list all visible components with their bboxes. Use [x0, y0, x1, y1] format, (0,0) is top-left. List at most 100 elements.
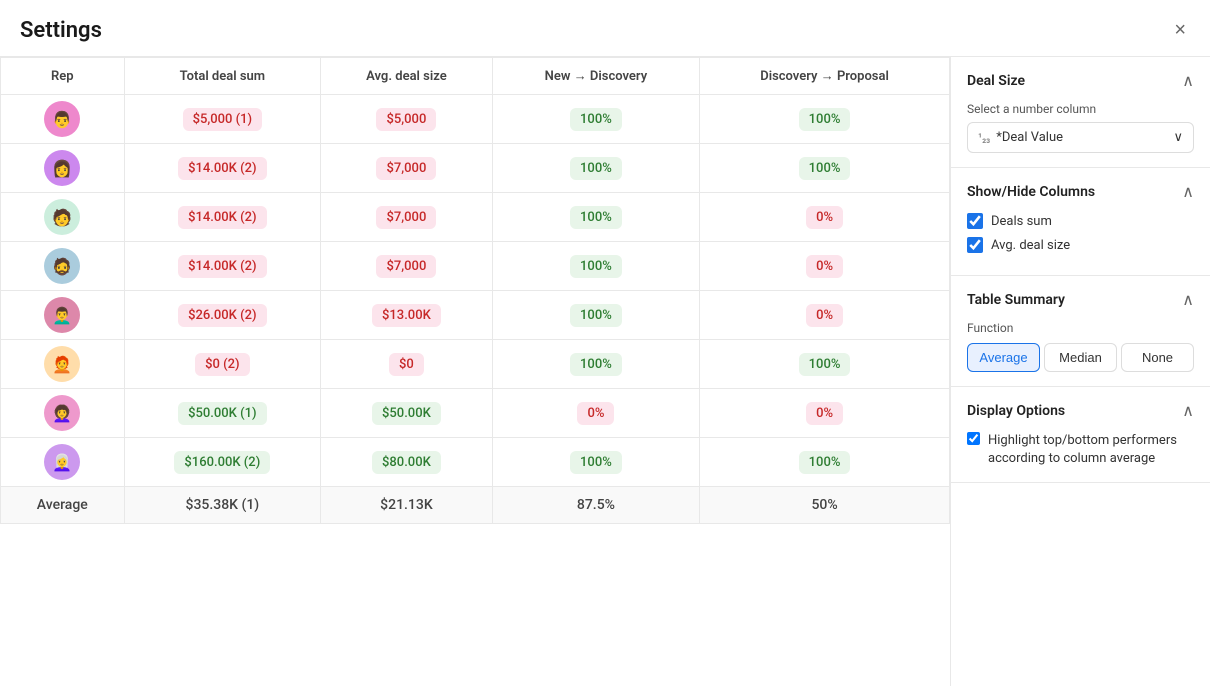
table-summary-section: Table Summary ∧ Function AverageMedianNo…	[951, 276, 1210, 387]
avg-deal-size-cell: $7,000	[321, 193, 493, 242]
table-row: 👩‍🦱$50.00K (1)$50.00K0%0%	[1, 389, 950, 438]
deal-size-section: Deal Size ∧ Select a number column ¹₂₃ *…	[951, 57, 1210, 168]
column-checkbox[interactable]	[967, 237, 983, 253]
summary-cell: Average	[1, 487, 125, 524]
modal-title: Settings	[20, 18, 102, 43]
table-row: 🧔$14.00K (2) $7,000 100% 0%	[1, 242, 950, 291]
new-discovery-badge: 100%	[570, 108, 622, 131]
data-table: Rep Total deal sum Avg. deal size New → …	[0, 57, 950, 524]
avatar: 👩‍🦳	[44, 444, 80, 480]
avg-deal-badge: $0	[389, 353, 424, 376]
settings-modal: Settings × Rep Total deal sum Avg. deal …	[0, 0, 1210, 686]
avg-deal-size-cell: $0	[321, 340, 493, 389]
table-row: 🧑$14.00K (2)$7,000100%0%	[1, 193, 950, 242]
close-button[interactable]: ×	[1170, 16, 1190, 44]
avatar: 👨‍🦱	[44, 297, 80, 333]
new-discovery-cell: 100%	[492, 242, 699, 291]
table-summary-header[interactable]: Table Summary ∧	[967, 290, 1194, 309]
new-discovery-badge: 100%	[570, 304, 622, 327]
column-checkbox[interactable]	[967, 213, 983, 229]
modal-header: Settings ×	[0, 0, 1210, 57]
function-button-none[interactable]: None	[1121, 343, 1194, 372]
total-deal-sum-cell: $14.00K (2)	[124, 242, 321, 291]
discovery-proposal-cell: 0%	[700, 242, 950, 291]
avg-deal-size-cell: $5,000	[321, 95, 493, 144]
discovery-proposal-cell: 0%	[700, 291, 950, 340]
avg-deal-size-cell: $50.00K	[321, 389, 493, 438]
summary-cell: $21.13K	[321, 487, 493, 524]
avatar: 👩	[44, 150, 80, 186]
total-deal-badge: $14.00K (2)	[178, 206, 266, 229]
deal-value-dropdown[interactable]: ¹₂₃ *Deal Value ∨	[967, 122, 1194, 153]
table-row: 👩$14.00K (2)$7,000100%100%	[1, 144, 950, 193]
deal-size-title: Deal Size	[967, 73, 1025, 89]
col-discovery-proposal: Discovery → Proposal	[700, 58, 950, 95]
display-options-chevron: ∧	[1182, 401, 1194, 420]
avg-deal-badge: $7,000	[376, 255, 436, 278]
summary-cell: 87.5%	[492, 487, 699, 524]
avg-deal-size-cell: $13.00K	[321, 291, 493, 340]
col-avg-deal-size: Avg. deal size	[321, 58, 493, 95]
show-hide-row: Avg. deal size	[967, 237, 1194, 253]
discovery-proposal-badge: 0%	[806, 304, 843, 327]
col-new-discovery: New → Discovery	[492, 58, 699, 95]
total-deal-badge: $5,000 (1)	[183, 108, 263, 131]
highlight-label: Highlight top/bottom performers accordin…	[988, 432, 1194, 468]
table-header-row: Rep Total deal sum Avg. deal size New → …	[1, 58, 950, 95]
col-rep: Rep	[1, 58, 125, 95]
display-options-header[interactable]: Display Options ∧	[967, 401, 1194, 420]
discovery-proposal-cell: 0%	[700, 389, 950, 438]
discovery-proposal-cell: 100%	[700, 144, 950, 193]
sidebar: Deal Size ∧ Select a number column ¹₂₃ *…	[950, 57, 1210, 686]
rep-cell: 🧑	[1, 193, 125, 242]
rep-cell: 🧑‍🦰	[1, 340, 125, 389]
highlight-checkbox[interactable]	[967, 432, 980, 445]
table-row: 👨 $5,000 (1) $5,000 100% 100%	[1, 95, 950, 144]
avg-deal-badge: $5,000	[376, 108, 436, 131]
discovery-proposal-badge: 0%	[806, 402, 843, 425]
deal-size-header[interactable]: Deal Size ∧	[967, 71, 1194, 90]
avg-deal-badge: $13.00K	[372, 304, 441, 327]
new-discovery-cell: 100%	[492, 95, 699, 144]
total-deal-badge: $160.00K (2)	[174, 451, 270, 474]
rep-cell: 🧔	[1, 242, 125, 291]
discovery-proposal-cell: 100%	[700, 95, 950, 144]
discovery-proposal-badge: 100%	[799, 108, 851, 131]
discovery-proposal-badge: 100%	[799, 451, 851, 474]
avatar: 🧑‍🦰	[44, 346, 80, 382]
select-column-label: Select a number column	[967, 102, 1194, 116]
avg-deal-badge: $80.00K	[372, 451, 441, 474]
function-button-median[interactable]: Median	[1044, 343, 1117, 372]
function-buttons: AverageMedianNone	[967, 343, 1194, 372]
show-hide-title: Show/Hide Columns	[967, 184, 1095, 200]
display-options-title: Display Options	[967, 403, 1065, 419]
discovery-proposal-badge: 0%	[806, 206, 843, 229]
show-hide-section: Show/Hide Columns ∧ Deals sum Avg. deal s…	[951, 168, 1210, 276]
discovery-proposal-badge: 0%	[806, 255, 843, 278]
show-hide-chevron: ∧	[1182, 182, 1194, 201]
discovery-proposal-cell: 0%	[700, 193, 950, 242]
new-discovery-cell: 100%	[492, 438, 699, 487]
show-hide-header[interactable]: Show/Hide Columns ∧	[967, 182, 1194, 201]
table-row: 👨‍🦱 $26.00K (2) $13.00K 100% 0%	[1, 291, 950, 340]
discovery-proposal-cell: 100%	[700, 438, 950, 487]
total-deal-sum-cell: $14.00K (2)	[124, 144, 321, 193]
avg-deal-badge: $50.00K	[372, 402, 441, 425]
highlight-option-row: Highlight top/bottom performers accordin…	[967, 432, 1194, 468]
rep-cell: 👨‍🦱	[1, 291, 125, 340]
display-options-section: Display Options ∧ Highlight top/bottom p…	[951, 387, 1210, 483]
avg-deal-size-cell: $7,000	[321, 242, 493, 291]
discovery-proposal-cell: 100%	[700, 340, 950, 389]
function-label: Function	[967, 321, 1194, 335]
function-button-average[interactable]: Average	[967, 343, 1040, 372]
modal-body: Rep Total deal sum Avg. deal size New → …	[0, 57, 1210, 686]
total-deal-sum-cell: $5,000 (1)	[124, 95, 321, 144]
avg-deal-size-cell: $7,000	[321, 144, 493, 193]
total-deal-badge: $26.00K (2)	[178, 304, 266, 327]
avatar: 👨	[44, 101, 80, 137]
column-checkbox-label: Deals sum	[991, 214, 1052, 229]
dropdown-chevron-icon: ∨	[1173, 130, 1183, 145]
show-hide-row: Deals sum	[967, 213, 1194, 229]
table-row: 👩‍🦳 $160.00K (2) $80.00K 100% 100%	[1, 438, 950, 487]
summary-row: Average$35.38K (1)$21.13K87.5%50%	[1, 487, 950, 524]
